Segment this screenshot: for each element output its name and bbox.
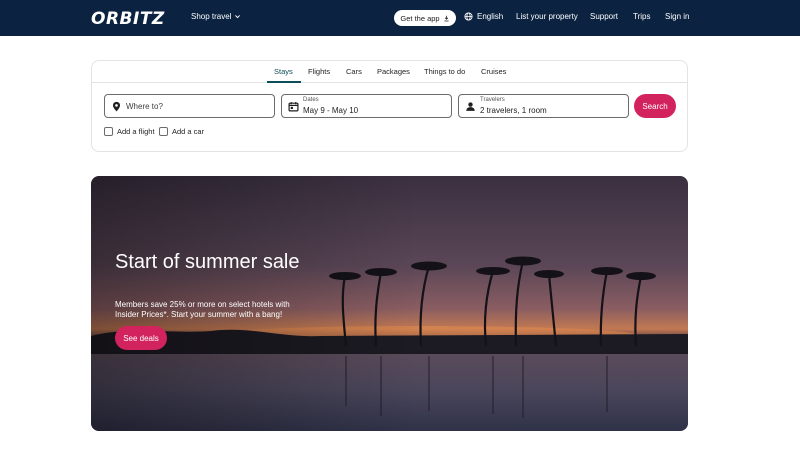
search-button[interactable]: Search xyxy=(634,94,676,118)
person-icon xyxy=(466,102,475,111)
calendar-icon xyxy=(288,102,299,112)
search-tabs: Stays Flights Cars Packages Things to do… xyxy=(92,61,687,83)
trips-link[interactable]: Trips xyxy=(633,12,650,21)
top-navigation-bar: ORBITZ Shop travel Get the app English L… xyxy=(0,0,800,36)
get-the-app-button[interactable]: Get the app xyxy=(394,10,456,26)
tab-things-to-do[interactable]: Things to do xyxy=(424,67,465,76)
add-flight-checkbox[interactable]: Add a flight xyxy=(104,127,155,136)
travelers-label: Travelers xyxy=(480,97,505,103)
hero-title: Start of summer sale xyxy=(115,251,300,273)
add-flight-checkbox-box[interactable] xyxy=(104,127,113,136)
sign-in-link[interactable]: Sign in xyxy=(665,12,689,21)
see-deals-button[interactable]: See deals xyxy=(115,326,167,350)
add-car-checkbox-box[interactable] xyxy=(159,127,168,136)
list-your-property-link[interactable]: List your property xyxy=(516,12,578,21)
support-link[interactable]: Support xyxy=(590,12,618,21)
shop-travel-label: Shop travel xyxy=(191,12,232,21)
language-selector[interactable]: English xyxy=(464,12,503,21)
dates-label: Dates xyxy=(303,97,319,103)
shop-travel-menu[interactable]: Shop travel xyxy=(191,12,241,21)
destination-placeholder: Where to? xyxy=(126,102,163,111)
tab-cars[interactable]: Cars xyxy=(346,67,362,76)
orbitz-logo[interactable]: ORBITZ xyxy=(91,9,165,29)
tab-cruises[interactable]: Cruises xyxy=(481,67,506,76)
dates-value: May 9 - May 10 xyxy=(303,106,359,115)
destination-input[interactable]: Where to? xyxy=(104,94,275,118)
add-car-label: Add a car xyxy=(172,127,205,136)
add-car-checkbox[interactable]: Add a car xyxy=(159,127,204,136)
tab-packages[interactable]: Packages xyxy=(377,67,410,76)
active-tab-indicator xyxy=(267,81,301,83)
get-app-label: Get the app xyxy=(400,13,440,23)
hero-banner: Start of summer sale Members save 25% or… xyxy=(91,176,688,431)
travelers-input[interactable]: Travelers 2 travelers, 1 room xyxy=(458,94,629,118)
search-card: Stays Flights Cars Packages Things to do… xyxy=(91,60,688,152)
tab-stays[interactable]: Stays xyxy=(274,67,293,76)
location-pin-icon xyxy=(112,101,121,112)
language-label: English xyxy=(477,12,504,21)
dates-input[interactable]: Dates May 9 - May 10 xyxy=(281,94,452,118)
add-flight-label: Add a flight xyxy=(117,127,155,136)
travelers-value: 2 travelers, 1 room xyxy=(480,106,547,115)
globe-icon xyxy=(464,12,473,21)
hero-subtitle: Members save 25% or more on select hotel… xyxy=(115,300,290,319)
tab-flights[interactable]: Flights xyxy=(308,67,330,76)
chevron-down-icon xyxy=(235,15,241,19)
download-icon xyxy=(443,15,449,21)
